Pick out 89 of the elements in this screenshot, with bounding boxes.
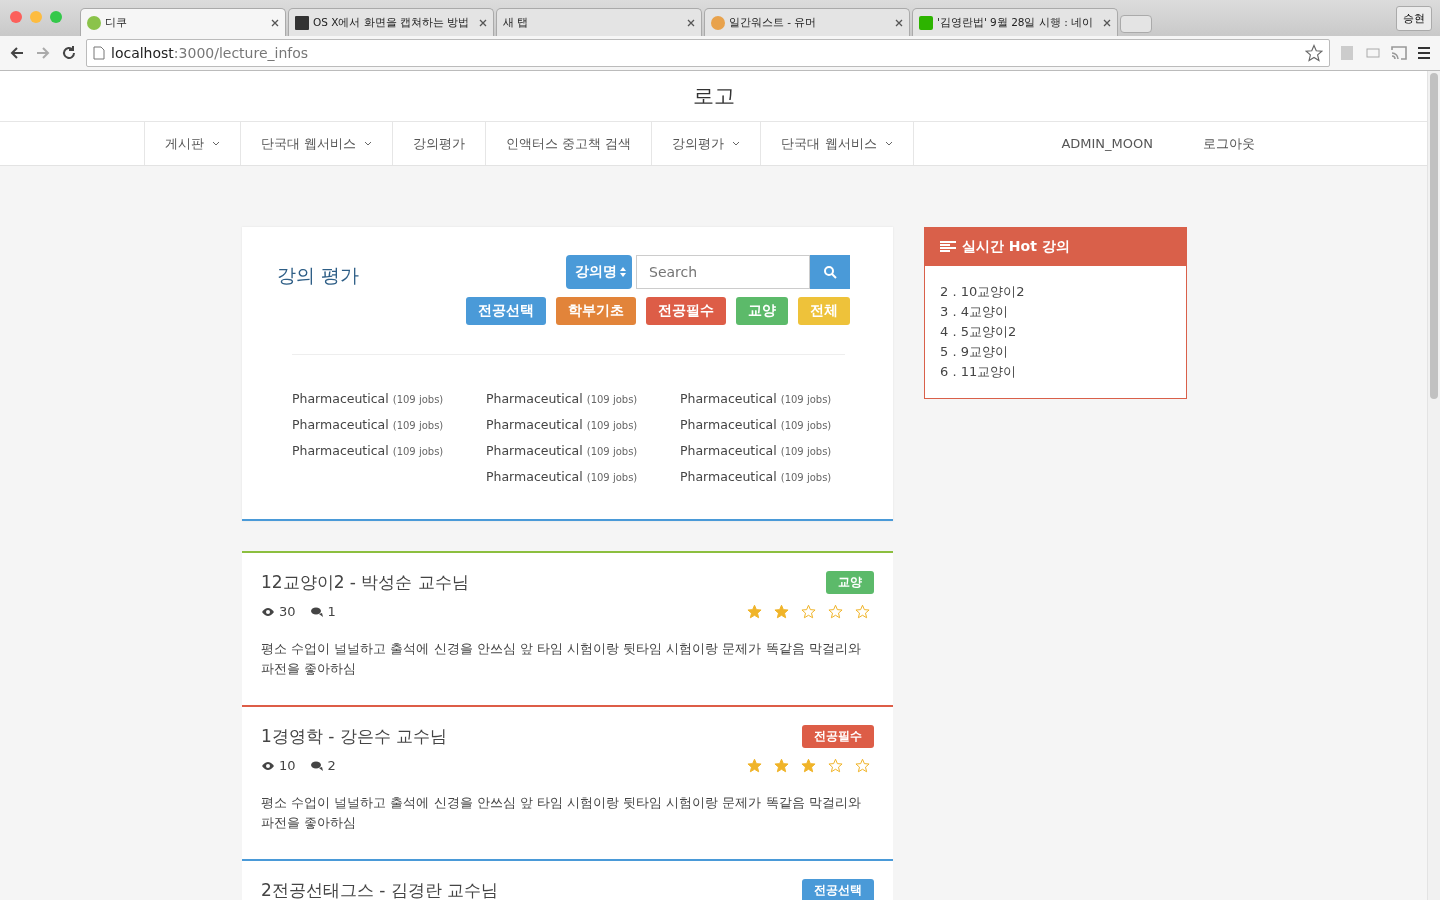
category-link[interactable]: Pharmaceutical (109 jobs): [486, 415, 680, 435]
menu-icon[interactable]: [1416, 45, 1432, 61]
browser-tab[interactable]: 새 탭: [496, 8, 702, 36]
close-icon[interactable]: [479, 18, 487, 27]
category-link[interactable]: Pharmaceutical (109 jobs): [292, 389, 486, 409]
url-text: localhost:3000/lecture_infos: [111, 45, 310, 61]
list-icon: [940, 241, 956, 253]
hot-lecture-link[interactable]: 5 . 9교양이: [940, 342, 1171, 362]
nav-link[interactable]: 단국대 웹서비스: [241, 122, 394, 165]
browser-tab[interactable]: OS X에서 화면을 캡쳐하는 방법: [288, 8, 494, 36]
category-tag: 전공필수: [802, 725, 874, 748]
empty-star-icon: [801, 604, 816, 619]
empty-star-icon: [828, 758, 843, 773]
caret-icon: [212, 140, 220, 147]
close-icon[interactable]: [271, 18, 279, 27]
close-icon[interactable]: [687, 18, 695, 27]
browser-tab[interactable]: 일간워스트 - 유머: [704, 8, 910, 36]
caret-icon: [884, 140, 893, 147]
logo[interactable]: 로고: [692, 82, 735, 110]
window-zoom-button[interactable]: [50, 11, 62, 23]
favicon-icon: [87, 15, 101, 30]
star-icon[interactable]: [1305, 44, 1323, 62]
review-title[interactable]: 12교양이2 - 박성순 교수님: [261, 571, 469, 594]
favicon-icon: [711, 15, 725, 30]
window-close-button[interactable]: [10, 11, 22, 23]
close-icon[interactable]: [895, 18, 903, 27]
favicon-icon: [919, 15, 933, 30]
page-title: 강의 평가: [277, 263, 360, 288]
category-link[interactable]: Pharmaceutical (109 jobs): [680, 389, 874, 409]
nav-link[interactable]: 인액터스 중고책 검색: [486, 122, 653, 165]
empty-star-icon: [828, 604, 843, 619]
filled-star-icon: [801, 758, 816, 773]
category-tag: 교양: [826, 571, 874, 594]
eye-icon: [261, 606, 275, 617]
browser-tab[interactable]: '김영란법' 9월 28일 시행 : 네이: [912, 8, 1118, 36]
caret-icon: [364, 140, 373, 147]
cast-icon[interactable]: [1390, 44, 1408, 62]
category-tag: 전공선택: [802, 879, 874, 900]
hot-panel-title: 실시간 Hot 강의: [925, 228, 1186, 266]
category-link[interactable]: Pharmaceutical (109 jobs): [292, 441, 486, 461]
comment-count: 2: [309, 758, 336, 773]
category-link[interactable]: Pharmaceutical (109 jobs): [680, 415, 874, 435]
category-link[interactable]: Pharmaceutical (109 jobs): [680, 441, 874, 461]
user-link[interactable]: ADMIN_MOON: [1041, 122, 1173, 165]
comments-icon: [309, 759, 324, 772]
hot-lecture-link[interactable]: 6 . 11교양이: [940, 362, 1171, 382]
search-field[interactable]: Search: [636, 255, 810, 289]
comment-count: 1: [309, 604, 336, 619]
review-text: 평소 수업이 널널하고 출석에 신경을 안쓰심 앞 타임 시험이랑 뒷타임 시험이랑 문제가 똑같음 막걸리와 파전을 좋아하심: [261, 640, 862, 678]
search-icon: [823, 265, 837, 279]
category-link[interactable]: Pharmaceutical (109 jobs): [486, 467, 680, 487]
search-button[interactable]: [810, 255, 850, 289]
scrollbar-thumb[interactable]: [1430, 73, 1438, 399]
category-link[interactable]: Pharmaceutical (109 jobs): [292, 415, 486, 435]
favicon-icon: [295, 15, 309, 30]
profile-button[interactable]: 승현: [1396, 5, 1432, 31]
caret-icon: [732, 140, 741, 147]
filled-star-icon: [774, 604, 789, 619]
close-icon[interactable]: [1103, 18, 1111, 27]
reload-icon[interactable]: [60, 44, 78, 62]
eye-icon: [261, 760, 275, 771]
nav-link[interactable]: 강의평가: [393, 122, 487, 165]
category-link[interactable]: Pharmaceutical (109 jobs): [486, 441, 680, 461]
nav-link[interactable]: 단국대 웹서비스: [761, 122, 914, 165]
review-title[interactable]: 2전공선태그스 - 김경란 교수님: [261, 879, 499, 900]
filter-button[interactable]: 전공필수: [646, 297, 726, 325]
review-title[interactable]: 1경영학 - 강은수 교수님: [261, 725, 448, 748]
nav-link[interactable]: 강의평가: [652, 122, 762, 165]
nav-link[interactable]: 게시판: [145, 122, 241, 165]
address-bar[interactable]: localhost:3000/lecture_infos: [86, 39, 1330, 67]
empty-star-icon: [855, 758, 870, 773]
category-link[interactable]: Pharmaceutical (109 jobs): [680, 467, 874, 487]
page-icon: [93, 46, 105, 60]
filled-star-icon: [747, 604, 762, 619]
logout-link[interactable]: 로그아웃: [1173, 122, 1285, 165]
category-link[interactable]: Pharmaceutical (109 jobs): [486, 389, 680, 409]
review-text: 평소 수업이 널널하고 출석에 신경을 안쓰심 앞 타임 시험이랑 뒷타임 시험이랑 문제가 똑같음 막걸리와 파전을 좋아하심: [261, 794, 862, 832]
filled-star-icon: [747, 758, 762, 773]
browser-tab[interactable]: 디쿠: [80, 8, 286, 36]
hot-lecture-link[interactable]: 2 . 10교양이2: [940, 282, 1171, 302]
hot-lecture-link[interactable]: 4 . 5교양이2: [940, 322, 1171, 342]
sort-icon: [620, 266, 626, 278]
comments-icon: [309, 605, 324, 618]
view-count: 30: [261, 604, 296, 619]
empty-star-icon: [855, 604, 870, 619]
new-tab-button[interactable]: [1120, 15, 1152, 33]
view-count: 10: [261, 758, 296, 773]
filled-star-icon: [774, 758, 789, 773]
hot-lecture-link[interactable]: 3 . 4교양이: [940, 302, 1171, 322]
